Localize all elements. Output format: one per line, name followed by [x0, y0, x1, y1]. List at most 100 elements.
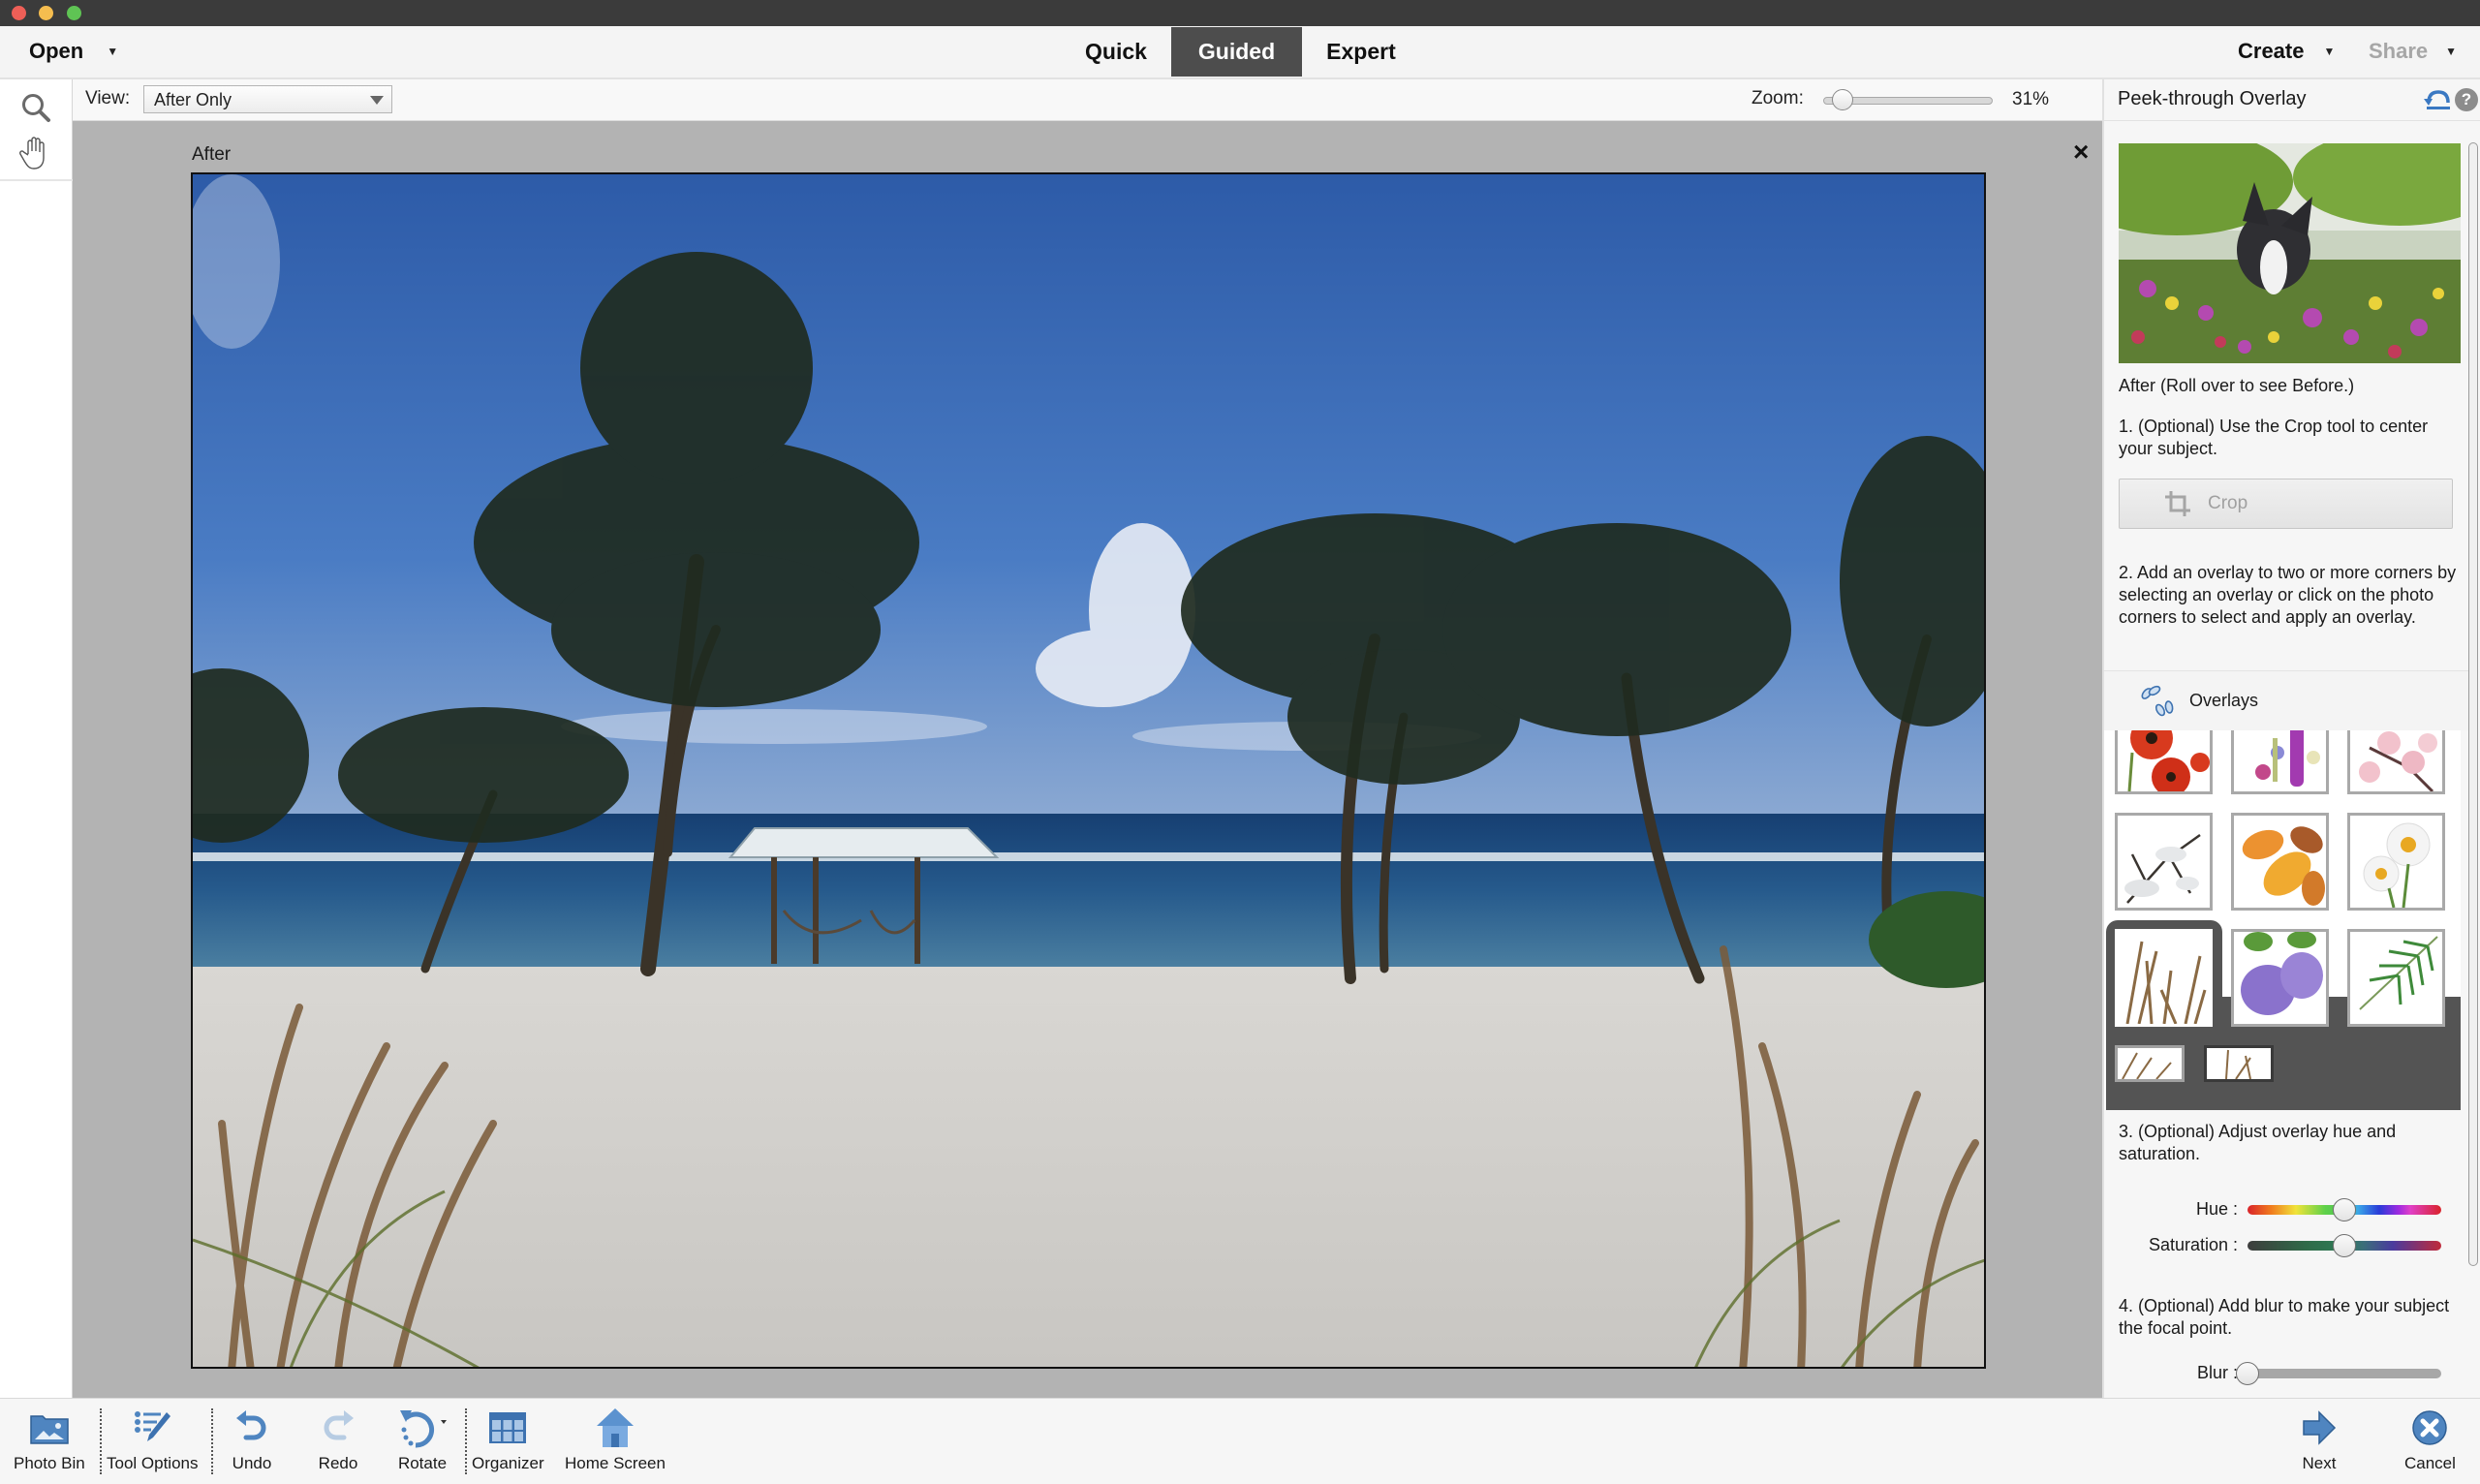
view-dropdown[interactable]: After Only — [143, 85, 392, 113]
tool-options-bar: View: After Only Zoom: 31% — [73, 79, 2102, 121]
photo-bin-button[interactable]: Photo Bin — [14, 1407, 85, 1478]
overlay-thumb-daisies[interactable] — [2347, 813, 2445, 911]
overlay-thumb-dry-grass-selected[interactable] — [2115, 929, 2213, 1027]
undo-icon — [236, 1410, 266, 1440]
organizer-icon — [489, 1412, 527, 1443]
overlay-thumb-lilac[interactable] — [2231, 929, 2329, 1027]
step2-text: 2. Add an overlay to two or more corners… — [2119, 563, 2457, 627]
blur-slider-row: Blur : — [2104, 1360, 2468, 1389]
overlays-section-header[interactable]: Overlays — [2104, 670, 2468, 730]
panel-scrollbar[interactable] — [2468, 142, 2478, 1266]
tool-options-button[interactable]: Tool Options — [107, 1407, 199, 1478]
overlay-thumb-cherry-blossom[interactable] — [2347, 730, 2445, 794]
preview-caption: After (Roll over to see Before.) — [2119, 376, 2355, 395]
crop-label: Crop — [2208, 493, 2248, 513]
hue-label: Hue : — [2195, 1199, 2238, 1219]
overlays-label: Overlays — [2189, 691, 2259, 710]
dog-flowers-preview — [2119, 143, 2461, 363]
after-label: After — [192, 144, 232, 165]
rotate-label: Rotate — [397, 1454, 448, 1472]
tool-strip — [0, 79, 73, 1398]
open-label: Open — [29, 39, 84, 63]
saturation-slider-row: Saturation : — [2104, 1232, 2468, 1261]
overlay-thumb-poppies[interactable] — [2115, 730, 2213, 794]
blur-slider-track[interactable] — [2248, 1369, 2441, 1378]
hand-icon — [19, 137, 45, 170]
separator — [465, 1408, 467, 1474]
overlay-thumb-snowy-branch[interactable] — [2115, 813, 2213, 911]
zoom-slider-thumb[interactable] — [1831, 89, 1853, 110]
organizer-button[interactable]: Organizer — [472, 1407, 544, 1478]
saturation-slider-thumb[interactable] — [2333, 1234, 2356, 1257]
overlay-thumb-autumn-leaves[interactable] — [2231, 813, 2329, 911]
separator — [211, 1408, 213, 1474]
canvas-area: After × — [73, 121, 2102, 1398]
create-button[interactable]: Create ▼ — [2238, 39, 2335, 64]
top-menu-bar: Open ▼ Quick Guided Expert Create ▼ Shar… — [0, 26, 2480, 79]
photo-bin-icon — [30, 1415, 69, 1444]
photo-bin-label: Photo Bin — [14, 1454, 85, 1472]
chevron-down-icon — [370, 96, 384, 105]
next-button[interactable]: Next — [2298, 1407, 2340, 1478]
tab-guided[interactable]: Guided — [1170, 27, 1303, 77]
rotate-button[interactable]: Rotate — [395, 1407, 450, 1478]
overlay-thumb-wildflowers[interactable] — [2231, 730, 2329, 794]
window-maximize-button[interactable] — [67, 6, 81, 20]
redo-button[interactable]: Redo — [317, 1407, 359, 1478]
window-title-bar — [0, 0, 2480, 26]
cancel-icon — [2412, 1410, 2448, 1445]
panel-header: Peek-through Overlay ? — [2104, 79, 2480, 121]
window-minimize-button[interactable] — [39, 6, 53, 20]
autumn-leaves-image — [2242, 826, 2325, 906]
chevron-down-icon: ▼ — [2445, 45, 2458, 58]
overlays-leaves-icon — [2141, 685, 2174, 717]
crop-icon — [2165, 491, 2190, 516]
zoom-label: Zoom: — [1752, 88, 1804, 108]
chevron-down-icon: ▼ — [107, 45, 119, 58]
share-button[interactable]: Share ▼ — [2369, 39, 2457, 64]
tool-options-label: Tool Options — [107, 1454, 199, 1472]
hue-slider-thumb[interactable] — [2333, 1198, 2356, 1221]
window-close-button[interactable] — [12, 6, 26, 20]
crop-button[interactable]: Crop — [2119, 479, 2453, 529]
home-screen-button[interactable]: Home Screen — [565, 1407, 666, 1478]
tab-quick[interactable]: Quick — [1061, 27, 1171, 77]
blur-slider-thumb[interactable] — [2236, 1362, 2259, 1385]
lilac-image — [2241, 932, 2323, 1015]
cancel-button[interactable]: Cancel — [2404, 1407, 2456, 1478]
share-label: Share — [2369, 39, 2429, 63]
step4-text: 4. (Optional) Add blur to make your subj… — [2119, 1296, 2450, 1338]
undo-button[interactable]: Undo — [231, 1407, 273, 1478]
photo-canvas[interactable] — [191, 172, 1986, 1369]
overlay-variant-2[interactable] — [2204, 1045, 2274, 1082]
separator — [100, 1408, 102, 1474]
preview-image[interactable] — [2119, 143, 2461, 363]
hue-slider-row: Hue : — [2104, 1196, 2468, 1225]
hand-tool-button[interactable] — [14, 133, 58, 173]
zoom-value: 31% — [2012, 89, 2050, 109]
overlay-thumb-palm-frond[interactable] — [2347, 929, 2445, 1027]
daisies-image — [2363, 822, 2431, 908]
open-button[interactable]: Open ▼ — [29, 39, 118, 64]
zoom-tool-button[interactable] — [14, 87, 58, 128]
palm-frond-image — [2359, 936, 2438, 1010]
grass-variant-2-image — [2225, 1049, 2251, 1079]
sand — [193, 967, 1984, 1367]
home-screen-label: Home Screen — [565, 1454, 666, 1472]
close-icon[interactable]: × — [2073, 139, 2089, 166]
snowy-branch-image — [2124, 833, 2201, 904]
organizer-label: Organizer — [472, 1454, 544, 1472]
magnifier-icon — [22, 94, 50, 122]
view-dropdown-value: After Only — [154, 90, 232, 109]
overlay-variant-1[interactable] — [2115, 1045, 2185, 1082]
chevron-down-icon: ▼ — [2323, 45, 2336, 58]
help-icon[interactable]: ? — [2455, 88, 2478, 111]
tab-expert[interactable]: Expert — [1302, 27, 1420, 77]
reset-icon[interactable] — [2424, 87, 2453, 112]
overlay-grid — [2104, 730, 2461, 1110]
panel-title: Peek-through Overlay — [2118, 88, 2307, 109]
beach-photo — [193, 174, 1984, 1367]
saturation-label: Saturation : — [2148, 1235, 2238, 1254]
redo-label: Redo — [318, 1454, 358, 1472]
mode-tabs: Quick Guided Expert — [1061, 27, 1420, 77]
